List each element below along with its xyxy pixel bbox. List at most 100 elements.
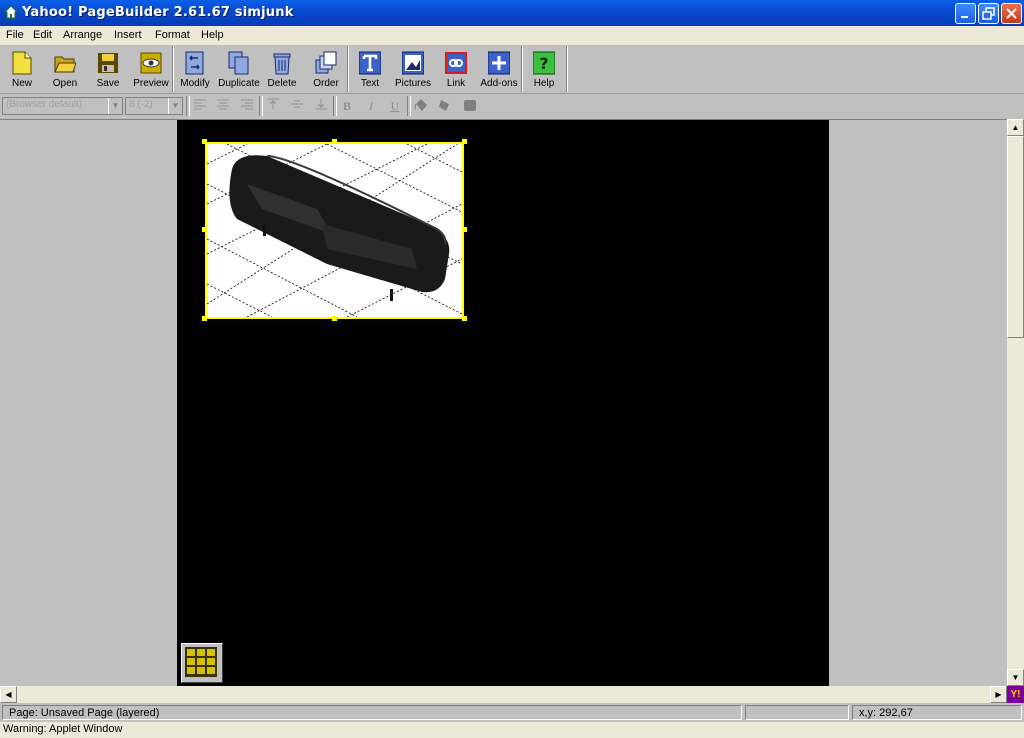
align-right-button[interactable]: [237, 97, 257, 115]
resize-handle[interactable]: [202, 139, 207, 144]
modify-label: Modify: [180, 78, 210, 89]
eye-icon: [140, 52, 162, 74]
order-button[interactable]: Order: [304, 47, 348, 91]
bold-button[interactable]: B: [337, 97, 357, 115]
menu-insert[interactable]: Insert: [114, 29, 142, 41]
open-label: Open: [52, 78, 78, 89]
window-title: Yahoo! PageBuilder 2.61.67 simjunk: [22, 5, 294, 20]
underline-button[interactable]: U: [385, 97, 405, 115]
paint-bucket-button[interactable]: [411, 97, 431, 115]
duplicate-button[interactable]: Duplicate: [217, 47, 261, 91]
applet-warning-bar: Warning: Applet Window: [0, 722, 1024, 738]
resize-handle[interactable]: [462, 316, 467, 321]
menu-file[interactable]: File: [6, 29, 24, 41]
floppy-disk-icon: [98, 53, 118, 73]
format-toolbar: (Browser default) ▼ 8 (-2) ▼ B I U: [0, 93, 1024, 118]
resize-handle[interactable]: [202, 227, 207, 232]
font-size-value: 8 (-2): [129, 99, 153, 110]
chevron-left-icon: ◀: [5, 690, 12, 699]
open-button[interactable]: Open: [43, 47, 87, 91]
color-brush-button[interactable]: [435, 97, 455, 115]
link-label: Link: [446, 78, 466, 89]
close-button[interactable]: [1001, 3, 1022, 24]
save-label: Save: [96, 78, 120, 89]
restore-button[interactable]: [978, 3, 999, 24]
valign-top-button[interactable]: [263, 97, 283, 115]
help-button[interactable]: ? Help: [522, 47, 566, 91]
pictures-label: Pictures: [394, 78, 432, 89]
valign-middle-icon: [291, 100, 303, 108]
yahoo-logo-icon: Y!: [1007, 686, 1024, 703]
chevron-down-icon: ▼: [1011, 673, 1020, 682]
valign-top-icon: [267, 98, 279, 109]
menu-format[interactable]: Format: [155, 29, 190, 41]
chevron-down-icon[interactable]: ▼: [108, 98, 122, 114]
chevron-up-icon: ▲: [1011, 123, 1020, 132]
scroll-left-button[interactable]: ◀: [0, 686, 17, 703]
page-status: Page: Unsaved Page (layered): [2, 705, 742, 720]
minimize-button[interactable]: [955, 3, 976, 24]
sofa-picture[interactable]: [205, 142, 464, 319]
menu-edit[interactable]: Edit: [33, 29, 52, 41]
plus-icon: [488, 51, 510, 75]
picture-icon: [402, 51, 424, 75]
help-label: Help: [533, 78, 555, 89]
scroll-right-button[interactable]: ▶: [990, 686, 1007, 703]
text-icon: [359, 51, 381, 75]
menu-arrange[interactable]: Arrange: [63, 29, 102, 41]
grid-toggle-button[interactable]: [181, 643, 223, 683]
save-button[interactable]: Save: [86, 47, 130, 91]
modify-button[interactable]: Modify: [173, 47, 217, 91]
new-page-icon: [12, 51, 32, 75]
main-toolbar: New Open Save Preview Modify Duplicate D…: [0, 45, 1024, 93]
valign-bottom-button[interactable]: [311, 97, 331, 115]
valign-middle-button[interactable]: [287, 97, 307, 115]
italic-button[interactable]: I: [361, 97, 381, 115]
scroll-down-button[interactable]: ▼: [1007, 669, 1024, 686]
add-ons-button[interactable]: Add-ons: [477, 47, 521, 91]
resize-handle[interactable]: [332, 139, 337, 144]
new-button[interactable]: New: [0, 47, 44, 91]
restore-icon: [982, 7, 995, 20]
resize-handle[interactable]: [462, 227, 467, 232]
duplicate-label: Duplicate: [218, 78, 260, 89]
brush-icon: [439, 100, 449, 111]
resize-handle[interactable]: [332, 316, 337, 321]
text-button[interactable]: Text: [348, 47, 392, 91]
menu-help[interactable]: Help: [201, 29, 224, 41]
open-folder-icon: [54, 56, 76, 73]
order-label: Order: [313, 78, 339, 89]
align-center-button[interactable]: [213, 97, 233, 115]
font-family-select[interactable]: (Browser default) ▼: [2, 97, 123, 115]
link-icon: [445, 52, 467, 74]
menu-bar: File Edit Arrange Insert Format Help: [0, 26, 1024, 45]
scroll-up-button[interactable]: ▲: [1007, 119, 1024, 136]
resize-handle[interactable]: [462, 139, 467, 144]
resize-handle[interactable]: [202, 316, 207, 321]
text-label: Text: [360, 78, 380, 89]
chevron-down-icon[interactable]: ▼: [168, 98, 182, 114]
new-label: New: [11, 78, 32, 89]
box-icon: [464, 100, 476, 111]
trash-icon: [273, 53, 291, 75]
delete-label: Delete: [267, 78, 297, 89]
order-icon: [315, 51, 337, 74]
preview-button[interactable]: Preview: [129, 47, 173, 91]
duplicate-icon: [228, 51, 249, 75]
sofa-image: [207, 144, 462, 317]
modify-icon: [185, 51, 204, 75]
paint-bucket-icon: [414, 99, 427, 111]
delete-button[interactable]: Delete: [260, 47, 304, 91]
vertical-scrollbar[interactable]: ▲ ▼: [1007, 119, 1024, 686]
border-button[interactable]: [460, 97, 480, 115]
font-size-select[interactable]: 8 (-2) ▼: [125, 97, 183, 115]
pictures-button[interactable]: Pictures: [391, 47, 435, 91]
font-family-value: (Browser default): [6, 99, 83, 110]
title-bar: Yahoo! PageBuilder 2.61.67 simjunk: [0, 0, 1024, 26]
align-left-button[interactable]: [190, 97, 210, 115]
align-left-icon: [194, 99, 206, 110]
link-button[interactable]: Link: [434, 47, 478, 91]
vertical-scroll-thumb[interactable]: [1007, 136, 1024, 338]
status-bar: Page: Unsaved Page (layered) x,y: 292,67: [0, 704, 1024, 722]
horizontal-scrollbar[interactable]: ◀ ▶: [0, 686, 1007, 703]
